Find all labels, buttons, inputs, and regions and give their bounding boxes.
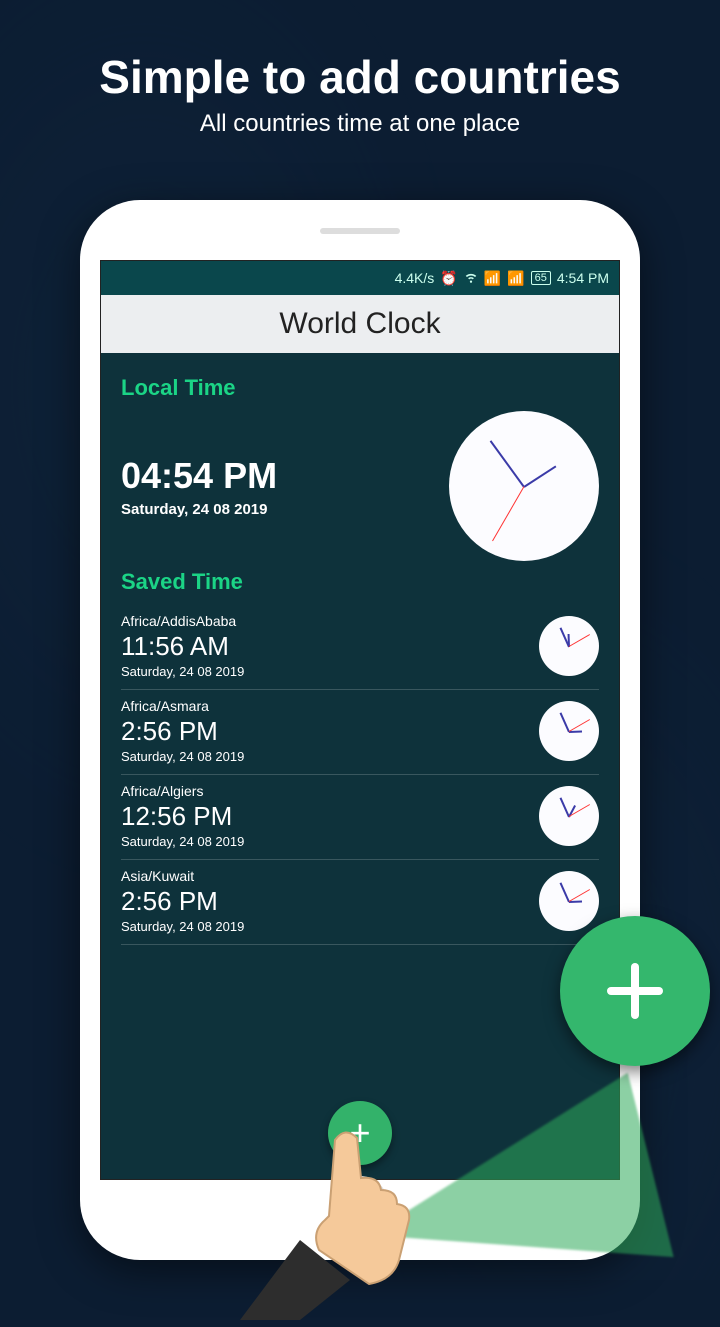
add-clock-button-zoomed[interactable] xyxy=(560,916,710,1066)
promo-title: Simple to add countries xyxy=(0,50,720,104)
saved-time-row[interactable]: Africa/Asmara 2:56 PM Saturday, 24 08 20… xyxy=(121,690,599,775)
wifi-icon xyxy=(464,270,478,287)
saved-time-row[interactable]: Africa/Algiers 12:56 PM Saturday, 24 08 … xyxy=(121,775,599,860)
alarm-icon: ⏰ xyxy=(440,270,457,287)
battery-value: 65 xyxy=(535,272,547,284)
clock-hour-hand xyxy=(523,466,556,488)
timezone-name: Asia/Kuwait xyxy=(121,868,525,884)
clock-second-hand xyxy=(492,486,524,541)
timezone-analog-clock xyxy=(539,701,599,761)
clock-minute-hand xyxy=(560,882,570,902)
timezone-name: Africa/Asmara xyxy=(121,698,525,714)
timezone-date: Saturday, 24 08 2019 xyxy=(121,749,525,764)
pointing-hand-icon xyxy=(240,1120,440,1320)
phone-screen: 4.4K/s ⏰ 📶 📶 65 4:54 PM World Clock Loca… xyxy=(100,260,620,1180)
clock-minute-hand xyxy=(490,440,525,487)
local-date-value: Saturday, 24 08 2019 xyxy=(121,501,429,518)
timezone-time: 12:56 PM xyxy=(121,801,525,832)
timezone-time: 2:56 PM xyxy=(121,886,525,917)
phone-frame: 4.4K/s ⏰ 📶 📶 65 4:54 PM World Clock Loca… xyxy=(80,200,640,1260)
timezone-analog-clock xyxy=(539,871,599,931)
clock-minute-hand xyxy=(560,797,570,817)
timezone-date: Saturday, 24 08 2019 xyxy=(121,919,525,934)
promo-block: Simple to add countries All countries ti… xyxy=(0,0,720,138)
clock-minute-hand xyxy=(560,712,570,732)
saved-time-label: Saved Time xyxy=(121,569,599,595)
signal-icon: 📶 xyxy=(484,270,501,287)
timezone-analog-clock xyxy=(539,786,599,846)
local-analog-clock xyxy=(449,411,599,561)
timezone-date: Saturday, 24 08 2019 xyxy=(121,834,525,849)
local-time-label: Local Time xyxy=(121,375,599,401)
timezone-name: Africa/Algiers xyxy=(121,783,525,799)
local-time-block: 04:54 PM Saturday, 24 08 2019 xyxy=(121,411,599,561)
app-title-bar: World Clock xyxy=(101,295,619,353)
signal-icon-2: 📶 xyxy=(507,270,524,287)
status-speed: 4.4K/s xyxy=(395,270,435,286)
saved-time-row[interactable]: Asia/Kuwait 2:56 PM Saturday, 24 08 2019 xyxy=(121,860,599,945)
plus-icon xyxy=(595,951,675,1031)
timezone-analog-clock xyxy=(539,616,599,676)
local-time-value: 04:54 PM xyxy=(121,455,429,497)
promo-subtitle: All countries time at one place xyxy=(0,110,720,138)
clock-second-hand xyxy=(569,634,590,647)
timezone-time: 2:56 PM xyxy=(121,716,525,747)
app-content: Local Time 04:54 PM Saturday, 24 08 2019… xyxy=(101,353,619,1179)
saved-time-row[interactable]: Africa/AddisAbaba 11:56 AM Saturday, 24 … xyxy=(121,605,599,690)
app-title: World Clock xyxy=(279,307,440,340)
saved-time-list: Africa/AddisAbaba 11:56 AM Saturday, 24 … xyxy=(121,605,599,945)
timezone-date: Saturday, 24 08 2019 xyxy=(121,664,525,679)
timezone-time: 11:56 AM xyxy=(121,631,525,662)
status-time: 4:54 PM xyxy=(557,270,609,286)
status-bar: 4.4K/s ⏰ 📶 📶 65 4:54 PM xyxy=(101,261,619,295)
battery-icon: 65 xyxy=(531,271,551,285)
timezone-name: Africa/AddisAbaba xyxy=(121,613,525,629)
